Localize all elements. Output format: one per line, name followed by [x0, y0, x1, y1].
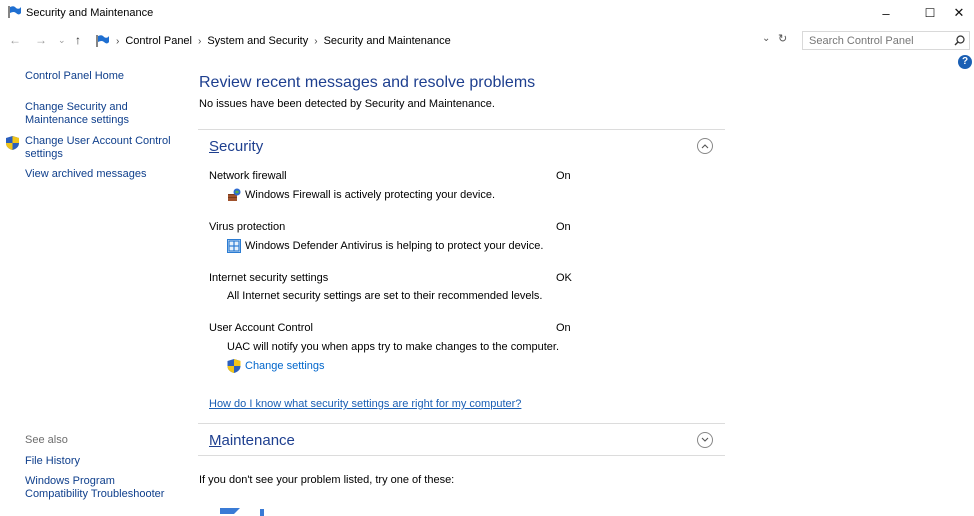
up-arrow-icon[interactable]: ↑ [75, 33, 81, 47]
recent-locations-icon[interactable]: ⌄ [58, 35, 66, 46]
defender-icon [227, 239, 241, 253]
firewall-icon [228, 188, 241, 201]
chevron-right-icon: › [116, 35, 120, 47]
troubleshoot-prompt: If you don't see your problem listed, tr… [199, 474, 455, 486]
forward-arrow-icon[interactable]: → [35, 33, 47, 47]
sidebar-change-security-settings[interactable]: Change Security and Maintenance settings [25, 101, 135, 127]
search-placeholder: Search Control Panel [809, 34, 914, 47]
page-subtitle: No issues have been detected by Security… [199, 98, 495, 110]
maintenance-section-heading[interactable]: Maintenance [209, 432, 295, 449]
maintenance-heading-rest: aintenance [221, 432, 295, 449]
maintenance-heading-accel: M [209, 432, 222, 449]
collapse-security-button[interactable] [697, 138, 713, 154]
security-help-link[interactable]: How do I know what security settings are… [209, 398, 521, 410]
network-firewall-status: On [556, 170, 571, 182]
uac-status: On [556, 322, 571, 334]
divider [198, 423, 725, 424]
window-title: Security and Maintenance [26, 7, 154, 19]
security-section-heading[interactable]: Security [209, 138, 263, 155]
security-heading-rest: ecurity [219, 138, 264, 155]
virus-protection-desc-text: Windows Defender Antivirus is helping to… [245, 240, 544, 252]
sidebar-control-panel-home[interactable]: Control Panel Home [25, 70, 175, 83]
internet-security-status: OK [556, 272, 572, 284]
change-settings-link[interactable]: Change settings [245, 360, 325, 372]
close-button[interactable]: ✕ [944, 0, 974, 26]
main-content: Review recent messages and resolve probl… [198, 0, 728, 516]
divider [198, 129, 725, 130]
uac-desc: UAC will notify you when apps try to mak… [227, 341, 559, 353]
search-icon[interactable] [954, 35, 965, 46]
sidebar-compat-troubleshooter[interactable]: Windows Program Compatibility Troublesho… [25, 475, 170, 501]
virus-protection-status: On [556, 221, 571, 233]
search-input[interactable]: Search Control Panel [802, 31, 970, 50]
network-firewall-desc-text: Windows Firewall is actively protecting … [245, 189, 496, 201]
uac-change-settings-row[interactable]: Change settings [227, 359, 325, 373]
uac-shield-icon [6, 136, 19, 150]
sidebar-file-history[interactable]: File History [25, 455, 175, 468]
dropdown-icon[interactable]: ⌄ [762, 33, 770, 44]
chevron-up-icon [701, 144, 709, 149]
internet-security-desc: All Internet security settings are set t… [227, 290, 542, 302]
back-arrow-icon[interactable]: ← [9, 33, 21, 47]
expand-maintenance-button[interactable] [697, 432, 713, 448]
minimize-button[interactable]: – [866, 0, 906, 26]
see-also-heading: See also [25, 434, 68, 446]
sidebar-change-uac-settings[interactable]: Change User Account Control settings [25, 135, 175, 161]
uac-shield-icon [227, 359, 241, 373]
uac-label: User Account Control [209, 322, 313, 334]
security-heading-accel: S [209, 138, 220, 155]
internet-security-desc-text: All Internet security settings are set t… [227, 290, 543, 302]
chevron-down-icon [701, 437, 709, 442]
divider [198, 455, 725, 456]
network-firewall-label: Network firewall [209, 170, 287, 182]
internet-security-label: Internet security settings [209, 272, 329, 284]
virus-protection-desc: Windows Defender Antivirus is helping to… [227, 239, 543, 253]
help-icon[interactable]: ? [958, 55, 972, 69]
breadcrumb-control-panel[interactable]: Control Panel [125, 35, 192, 47]
network-firewall-desc: Windows Firewall is actively protecting … [227, 188, 495, 202]
uac-desc-text: UAC will notify you when apps try to mak… [227, 341, 559, 353]
sidebar-view-archived-messages[interactable]: View archived messages [25, 168, 175, 181]
virus-protection-label: Virus protection [209, 221, 286, 233]
page-title: Review recent messages and resolve probl… [199, 74, 536, 91]
flag-icon [96, 35, 109, 47]
flag-icon [8, 6, 21, 18]
troubleshooter-icon [220, 508, 264, 516]
refresh-icon[interactable]: ↻ [778, 32, 787, 45]
